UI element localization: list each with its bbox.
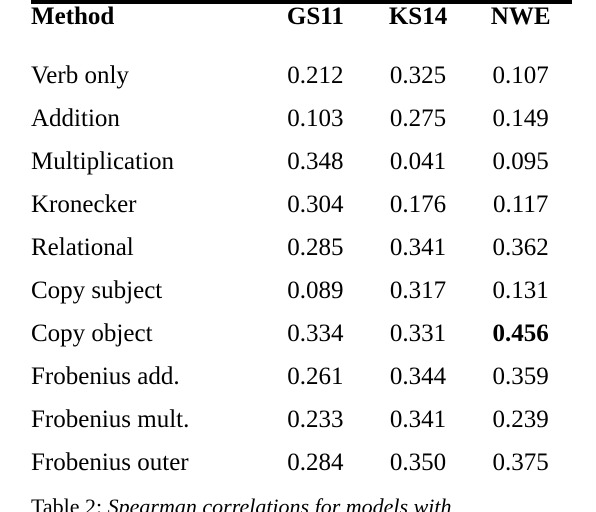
column-header-nwe: NWE <box>490 3 551 30</box>
row-label: Copy subject <box>31 277 163 304</box>
cell-gs11: 0.261 <box>287 363 344 390</box>
cell-gs11: 0.212 <box>287 62 344 89</box>
cell-nwe: 0.149 <box>492 105 549 132</box>
cell-nwe: 0.131 <box>492 277 549 304</box>
row-label: Frobenius mult. <box>31 406 190 433</box>
cell-ks14: 0.341 <box>389 406 447 433</box>
cell-ks14: 0.331 <box>389 320 447 347</box>
cell-nwe: 0.362 <box>492 234 549 261</box>
cell-nwe: 0.239 <box>492 406 549 433</box>
cell-nwe: 0.375 <box>492 449 549 476</box>
cell-gs11: 0.304 <box>287 191 344 218</box>
cell-nwe: 0.117 <box>493 191 549 218</box>
table-header: Method GS11 KS14 NWE <box>31 2 572 54</box>
column-header-ks14: KS14 <box>388 3 448 30</box>
cell-gs11: 0.089 <box>287 277 344 304</box>
cell-nwe: 0.095 <box>492 148 549 175</box>
table-row: Addition 0.103 0.275 0.149 <box>31 97 572 140</box>
cell-gs11: 0.284 <box>287 449 344 476</box>
caption-text: Spearman correlations for models with <box>102 494 452 512</box>
cell-nwe: 0.107 <box>492 62 549 89</box>
row-label: Copy object <box>31 320 153 347</box>
row-label: Verb only <box>31 62 129 89</box>
table-block-tensor-models: Kronecker 0.304 0.176 0.117 Relational 0… <box>31 183 572 484</box>
cell-ks14: 0.275 <box>389 105 447 132</box>
row-label: Frobenius outer <box>31 449 189 476</box>
column-header-method: Method <box>31 3 115 30</box>
table-row: Frobenius outer 0.284 0.350 0.375 <box>31 441 572 484</box>
row-label: Frobenius add. <box>31 363 180 390</box>
table-row: Copy subject 0.089 0.317 0.131 <box>31 269 572 312</box>
cell-ks14: 0.041 <box>389 148 447 175</box>
row-label: Kronecker <box>31 191 137 218</box>
cell-nwe-best: 0.456 <box>492 320 549 347</box>
table-row: Frobenius add. 0.261 0.344 0.359 <box>31 355 572 398</box>
cell-gs11: 0.348 <box>287 148 344 175</box>
cell-ks14: 0.341 <box>389 234 447 261</box>
table-row: Multiplication 0.348 0.041 0.095 <box>31 140 572 183</box>
table-row: Relational 0.285 0.341 0.362 <box>31 226 572 269</box>
table-block-baseline: Verb only 0.212 0.325 0.107 <box>31 54 572 97</box>
results-table: Method GS11 KS14 NWE Verb only 0.212 0.3… <box>31 0 572 484</box>
row-label: Relational <box>31 234 134 261</box>
caption-label: Table 2: <box>31 494 103 512</box>
cell-gs11: 0.334 <box>287 320 344 347</box>
cell-nwe: 0.359 <box>492 363 549 390</box>
table-caption: Table 2: Spearman correlations for model… <box>31 494 591 512</box>
table-figure: Method GS11 KS14 NWE Verb only 0.212 0.3… <box>0 0 596 512</box>
row-label: Addition <box>31 105 120 132</box>
table-row: Frobenius mult. 0.233 0.341 0.239 <box>31 398 572 441</box>
column-header-gs11: GS11 <box>286 3 344 30</box>
cell-gs11: 0.233 <box>287 406 344 433</box>
table-block-simple-composition: Addition 0.103 0.275 0.149 Multiplicatio… <box>31 97 572 183</box>
cell-ks14: 0.344 <box>389 363 447 390</box>
cell-ks14: 0.317 <box>389 277 447 304</box>
cell-gs11: 0.285 <box>287 234 344 261</box>
cell-ks14: 0.350 <box>389 449 447 476</box>
table-row: Copy object 0.334 0.331 0.456 <box>31 312 572 355</box>
table-row: Kronecker 0.304 0.176 0.117 <box>31 183 572 226</box>
results-table-container: Method GS11 KS14 NWE Verb only 0.212 0.3… <box>31 0 572 484</box>
table-row: Verb only 0.212 0.325 0.107 <box>31 54 572 97</box>
table-header-row: Method GS11 KS14 NWE <box>31 2 572 54</box>
cell-ks14: 0.176 <box>389 191 447 218</box>
row-label: Multiplication <box>31 148 175 175</box>
cell-ks14: 0.325 <box>389 62 447 89</box>
cell-gs11: 0.103 <box>287 105 344 132</box>
